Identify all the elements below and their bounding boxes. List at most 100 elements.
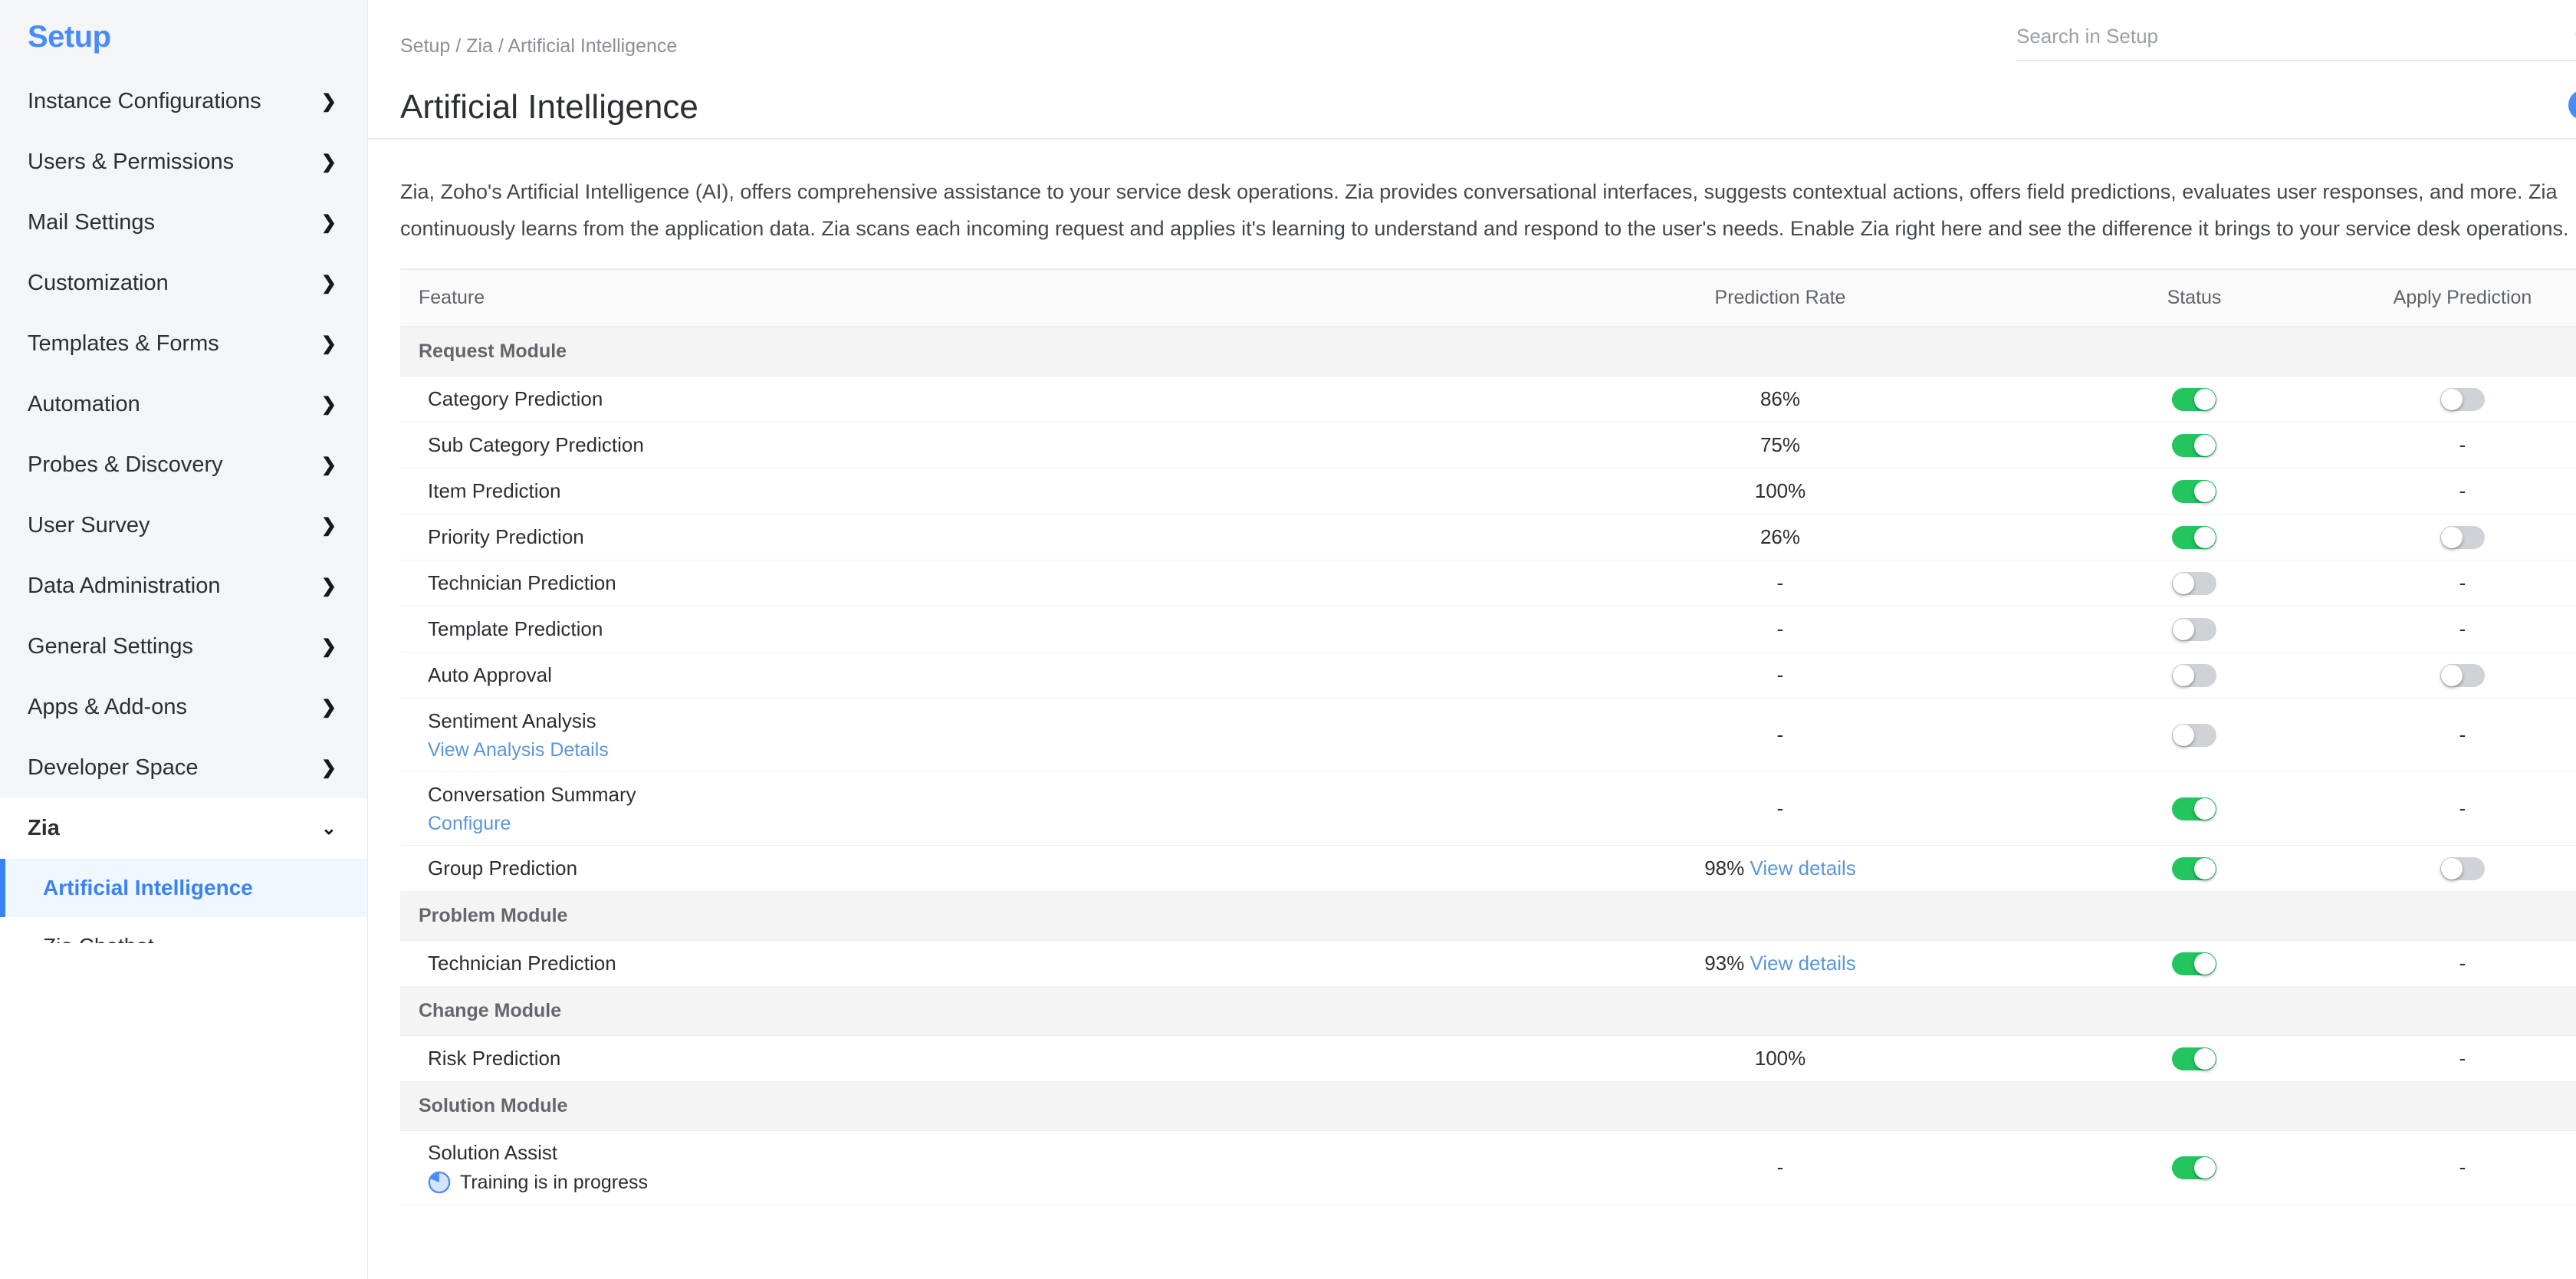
cell-apply-prediction: - — [2325, 606, 2576, 653]
table-row: Technician Prediction - - — [400, 560, 2576, 607]
prediction-rate-value: 86% — [1760, 387, 1801, 411]
toggle-knob — [2194, 434, 2216, 456]
search-input[interactable] — [2016, 24, 2573, 48]
sidebar-item-general-settings[interactable]: General Settings ❯ — [0, 616, 367, 677]
status-toggle[interactable] — [2172, 857, 2216, 880]
status-toggle[interactable] — [2172, 797, 2216, 820]
status-toggle[interactable] — [2172, 663, 2216, 687]
toggle-knob — [2173, 724, 2194, 746]
prediction-rate-value: 75% — [1760, 433, 1801, 457]
status-toggle[interactable] — [2172, 1047, 2216, 1070]
table-row: Auto Approval - — [400, 652, 2576, 699]
status-toggle[interactable] — [2172, 571, 2216, 595]
feature-sublink[interactable]: View Analysis Details — [428, 739, 1497, 761]
search-icon[interactable] — [2573, 23, 2576, 49]
sidebar-item-label: General Settings — [28, 634, 194, 659]
cell-feature: Sentiment Analysis View Analysis Details — [400, 698, 1497, 773]
toggle-knob — [2194, 1156, 2216, 1179]
status-toggle[interactable] — [2172, 723, 2216, 747]
cell-status — [2064, 606, 2325, 653]
chevron-right-icon: ❯ — [320, 575, 337, 597]
chevron-right-icon: ❯ — [320, 151, 337, 173]
table-row: Item Prediction 100% - — [400, 468, 2576, 515]
feature-label: Auto Approval — [428, 663, 552, 687]
table-row: Sentiment Analysis View Analysis Details -… — [400, 698, 2576, 773]
sidebar-item-customization[interactable]: Customization ❯ — [0, 253, 367, 314]
cell-apply-prediction: - — [2325, 698, 2576, 773]
status-toggle[interactable] — [2172, 433, 2216, 457]
sidebar-item-users-permissions[interactable]: Users & Permissions ❯ — [0, 132, 367, 192]
sidebar-item-mail-settings[interactable]: Mail Settings ❯ — [0, 192, 367, 253]
sidebar-item-templates-forms[interactable]: Templates & Forms ❯ — [0, 314, 367, 374]
sidebar-item-automation[interactable]: Automation ❯ — [0, 374, 367, 435]
sidebar-item-probes-discovery[interactable]: Probes & Discovery ❯ — [0, 435, 367, 495]
sidebar-nav-list: Instance Configurations ❯ Users & Permissi… — [0, 71, 367, 798]
status-toggle[interactable] — [2172, 1156, 2216, 1179]
chevron-right-icon: ❯ — [320, 757, 337, 778]
column-header-status: Status — [2064, 268, 2325, 328]
cell-feature: Conversation Summary Configure — [400, 771, 1497, 847]
status-toggle[interactable] — [2172, 952, 2216, 975]
sidebar-item-label: User Survey — [28, 513, 150, 538]
sidebar-item-label: Instance Configurations — [28, 89, 261, 113]
feature-sublink[interactable]: Configure — [428, 813, 1497, 835]
cell-apply-prediction — [2325, 845, 2576, 893]
apply-prediction-toggle[interactable] — [2440, 663, 2485, 687]
chevron-down-icon: ⌄ — [320, 817, 337, 839]
apply-prediction-toggle[interactable] — [2440, 387, 2485, 411]
view-details-link[interactable]: View details — [1750, 952, 1856, 975]
cell-apply-prediction: - — [2325, 1035, 2576, 1083]
apply-prediction-toggle[interactable] — [2440, 525, 2485, 549]
cell-prediction-rate: 100% — [1497, 1035, 2064, 1083]
search-box[interactable] — [2016, 23, 2576, 61]
table-section-header: Request Module — [400, 327, 2576, 377]
sidebar-item-instance-configurations[interactable]: Instance Configurations ❯ — [0, 71, 367, 132]
help-icon[interactable]: ? — [2568, 90, 2576, 120]
chevron-right-icon: ❯ — [320, 393, 337, 415]
status-toggle[interactable] — [2172, 525, 2216, 549]
status-toggle[interactable] — [2172, 617, 2216, 641]
sidebar-item-developer-space[interactable]: Developer Space ❯ — [0, 738, 367, 798]
feature-label: Technician Prediction — [428, 952, 616, 975]
sidebar-filler — [0, 943, 367, 1279]
table-row: Group Prediction 98% View details — [400, 845, 2576, 893]
toggle-knob — [2194, 480, 2216, 502]
cell-feature: Group Prediction — [400, 845, 1497, 893]
status-toggle[interactable] — [2172, 387, 2216, 411]
page-description: Zia, Zoho's Artificial Intelligence (AI)… — [400, 180, 2569, 241]
sidebar-item-user-survey[interactable]: User Survey ❯ — [0, 495, 367, 556]
toggle-knob — [2173, 572, 2194, 594]
setup-logo: Setup — [28, 20, 111, 54]
section-title: Request Module — [400, 327, 2576, 377]
sidebar-item-artificial-intelligence[interactable]: Artificial Intelligence — [0, 859, 367, 917]
cell-status — [2064, 771, 2325, 847]
section-title: Problem Module — [400, 891, 2576, 942]
cell-prediction-rate: 100% — [1497, 468, 2064, 515]
cell-apply-prediction: - — [2325, 771, 2576, 847]
cell-status — [2064, 652, 2325, 699]
cell-prediction-rate: 93% View details — [1497, 940, 2064, 988]
sidebar-item-data-administration[interactable]: Data Administration ❯ — [0, 556, 367, 616]
cell-feature: Priority Prediction — [400, 514, 1497, 561]
toggle-knob — [2194, 1047, 2216, 1070]
table-head: Feature Prediction Rate Status Apply Pre… — [400, 268, 2576, 328]
sidebar-item-apps-add-ons[interactable]: Apps & Add-ons ❯ — [0, 677, 367, 738]
status-toggle[interactable] — [2172, 479, 2216, 503]
prediction-rate-value: 98% — [1704, 857, 1745, 880]
sidebar-item-zia[interactable]: Zia ⌄ — [0, 798, 367, 859]
sidebar-item-label: Data Administration — [28, 574, 221, 598]
apply-prediction-toggle[interactable] — [2440, 857, 2485, 880]
cell-feature: Technician Prediction — [400, 560, 1497, 607]
section-title: Change Module — [400, 986, 2576, 1037]
sidebar-item-label: Apps & Add-ons — [28, 695, 187, 719]
feature-label: Priority Prediction — [428, 525, 584, 549]
view-details-link[interactable]: View details — [1750, 857, 1856, 880]
apply-prediction-dash: - — [2459, 1156, 2466, 1179]
cell-prediction-rate: - — [1497, 698, 2064, 773]
sidebar-item-label: Developer Space — [28, 755, 199, 780]
table-row: Category Prediction 86% — [400, 376, 2576, 423]
cell-status — [2064, 514, 2325, 561]
cell-apply-prediction — [2325, 514, 2576, 561]
cell-feature: Solution Assist Training is in progress — [400, 1130, 1497, 1205]
feature-label: Item Prediction — [428, 479, 561, 503]
